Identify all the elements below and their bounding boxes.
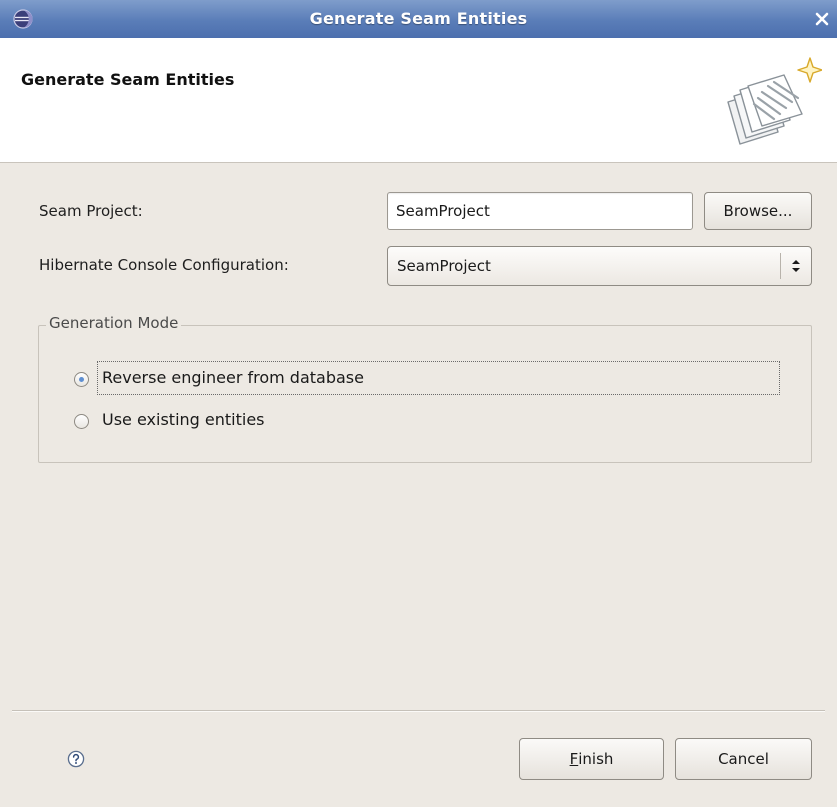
hibernate-console-select[interactable]: SeamProject [387,246,812,286]
seam-wizard-banner-icon [727,57,822,145]
title-bar[interactable]: Generate Seam Entities [0,0,837,39]
generation-mode-legend: Generation Mode [46,314,182,332]
close-button[interactable] [807,0,837,38]
dropdown-arrows-icon [792,260,800,272]
cancel-button[interactable]: Cancel [675,738,812,780]
finish-mnemonic: F [569,750,579,768]
browse-button[interactable]: Browse... [704,192,812,230]
seam-project-field[interactable] [387,192,693,230]
wizard-banner: Generate Seam Entities [0,38,837,163]
reverse-engineer-label[interactable]: Reverse engineer from database [102,368,364,387]
seam-project-label: Seam Project: [39,202,143,220]
use-existing-label[interactable]: Use existing entities [102,410,265,429]
radio-selected-dot [79,377,84,382]
finish-button[interactable]: Finish [519,738,664,780]
finish-label: inish [578,750,614,768]
help-icon[interactable] [67,750,85,768]
close-icon [815,12,829,26]
footer-separator [12,710,825,711]
dialog-window: Generate Seam Entities Generate Seam Ent… [0,0,837,807]
use-existing-radio[interactable] [74,414,89,429]
hibernate-console-label: Hibernate Console Configuration: [39,256,289,274]
combo-separator [780,253,781,279]
seam-project-input[interactable] [388,193,692,229]
reverse-engineer-radio[interactable] [74,372,89,387]
window-title: Generate Seam Entities [309,9,528,28]
hibernate-console-value: SeamProject [397,257,491,275]
banner-title: Generate Seam Entities [21,70,235,89]
